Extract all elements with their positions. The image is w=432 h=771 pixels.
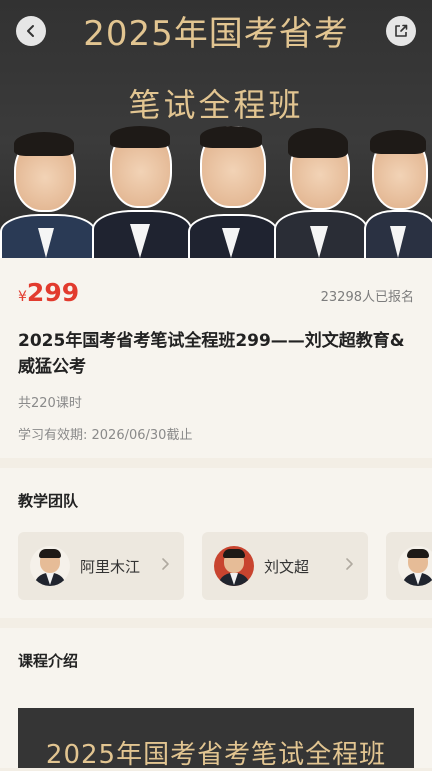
price-value: 299 bbox=[26, 278, 80, 307]
course-title: 2025年国考省考笔试全程班299——刘文超教育&威猛公考 bbox=[18, 331, 405, 377]
intro-image: 2025年国考省考笔试全程班 bbox=[18, 708, 414, 770]
share-button[interactable] bbox=[386, 16, 416, 46]
price: ¥299 bbox=[18, 278, 79, 307]
team-heading: 教学团队 bbox=[18, 492, 79, 510]
teacher-card[interactable] bbox=[386, 532, 432, 600]
intro-heading: 课程介绍 bbox=[18, 652, 79, 670]
chevron-right-icon bbox=[162, 558, 169, 570]
teacher-photo bbox=[0, 126, 96, 258]
chevron-left-icon bbox=[27, 25, 34, 37]
teacher-photo bbox=[364, 126, 432, 258]
validity-period: 学习有效期: 2026/06/30截止 bbox=[18, 428, 193, 443]
teacher-photo bbox=[188, 126, 278, 258]
share-icon bbox=[395, 24, 408, 37]
intro-image-title: 2025年国考省考笔试全程班 bbox=[45, 740, 387, 770]
teaching-team-section: 教学团队 阿里木江 刘文超 bbox=[0, 468, 432, 618]
course-info-card: ¥299 23298人已报名 2025年国考省考笔试全程班299——刘文超教育&… bbox=[0, 258, 432, 458]
banner-teacher-photos bbox=[0, 126, 432, 258]
lesson-count: 共220课时 bbox=[18, 396, 82, 411]
banner-title: 2025年国考省考 bbox=[83, 14, 349, 54]
teacher-name: 刘文超 bbox=[264, 558, 310, 576]
course-intro-section: 课程介绍 2025年国考省考笔试全程班 bbox=[0, 628, 432, 770]
chevron-right-icon bbox=[346, 558, 353, 570]
back-button[interactable] bbox=[16, 16, 46, 46]
avatar bbox=[30, 546, 70, 586]
banner-subtitle: 笔试全程班 bbox=[128, 86, 304, 124]
currency-symbol: ¥ bbox=[18, 289, 27, 305]
teacher-card[interactable]: 阿里木江 bbox=[18, 532, 184, 600]
teacher-name: 阿里木江 bbox=[80, 558, 141, 576]
teacher-photo bbox=[274, 126, 368, 258]
teacher-card[interactable]: 刘文超 bbox=[202, 532, 368, 600]
avatar bbox=[214, 546, 254, 586]
enrolled-count: 23298人已报名 bbox=[320, 290, 414, 305]
avatar bbox=[398, 546, 432, 586]
teacher-photo bbox=[92, 126, 192, 258]
course-cover-banner: 2025年国考省考 笔试全程班 bbox=[0, 0, 432, 258]
